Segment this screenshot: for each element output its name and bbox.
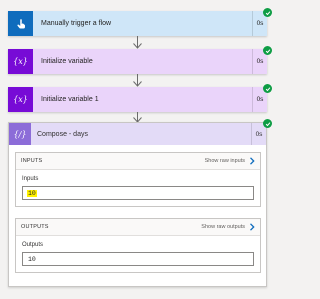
variable-icon: {x}	[8, 49, 33, 74]
inputs-section-header: INPUTS Show raw inputs	[16, 153, 260, 170]
step-title: Initialize variable	[41, 58, 93, 65]
step-title: Compose - days	[37, 130, 88, 138]
step-card-initialize-variable-1[interactable]: {x} Initialize variable 1 0s	[8, 87, 267, 112]
show-raw-outputs-link[interactable]: Show raw outputs	[201, 223, 255, 231]
variable-icon: {x}	[8, 87, 33, 112]
step-card-manual-trigger[interactable]: Manually trigger a flow 0s	[8, 11, 267, 36]
success-check-icon	[263, 46, 272, 55]
compose-header[interactable]: {∕} Compose - days 0s	[9, 123, 266, 145]
outputs-value-field[interactable]: 10	[22, 252, 254, 266]
outputs-field-label: Outputs	[22, 242, 44, 248]
step-title: Initialize variable 1	[41, 96, 99, 103]
step-card-initialize-variable[interactable]: {x} Initialize variable 0s	[8, 49, 267, 74]
step-title: Manually trigger a flow	[41, 20, 112, 27]
success-check-icon	[263, 119, 272, 128]
inputs-value-field[interactable]: 10	[22, 186, 254, 200]
chevron-right-icon	[250, 157, 255, 165]
inputs-section: INPUTS Show raw inputs Inputs 10	[15, 152, 261, 207]
success-check-icon	[263, 8, 272, 17]
compose-icon: {∕}	[9, 123, 31, 145]
show-raw-inputs-link[interactable]: Show raw inputs	[205, 157, 255, 165]
success-check-icon	[263, 84, 272, 93]
outputs-section: OUTPUTS Show raw outputs Outputs 10	[15, 218, 261, 273]
inputs-section-label: INPUTS	[21, 158, 43, 164]
outputs-value: 10	[28, 255, 36, 263]
show-raw-inputs-label: Show raw inputs	[204, 158, 245, 164]
inputs-value: 10	[27, 189, 37, 197]
outputs-section-header: OUTPUTS Show raw outputs	[16, 219, 260, 236]
step-card-compose-days: {∕} Compose - days 0s INPUTS Show raw in…	[8, 122, 267, 287]
outputs-section-label: OUTPUTS	[21, 224, 49, 230]
inputs-field-label: Inputs	[22, 176, 39, 182]
hand-touch-icon	[8, 11, 33, 36]
show-raw-outputs-label: Show raw outputs	[201, 224, 245, 230]
chevron-right-icon	[250, 223, 255, 231]
